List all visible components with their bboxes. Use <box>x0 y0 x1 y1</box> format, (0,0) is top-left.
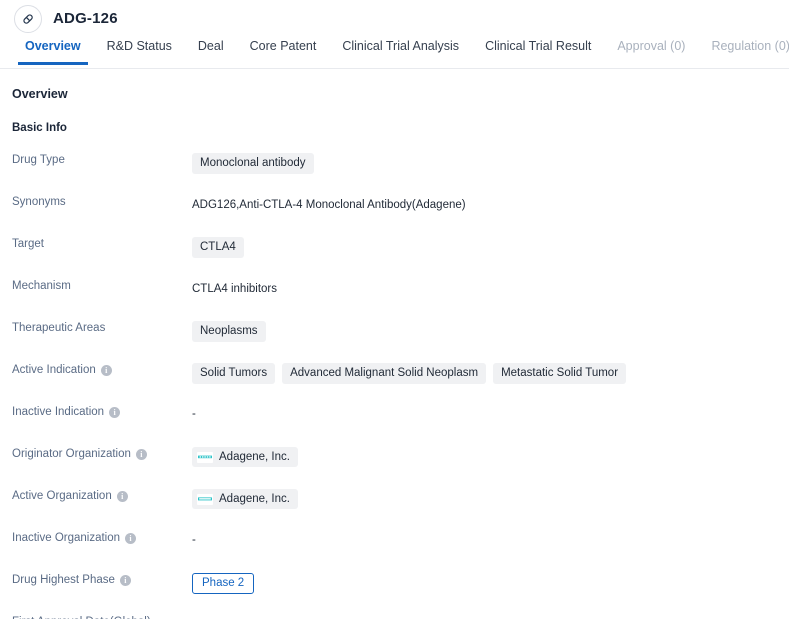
info-icon[interactable]: i <box>125 532 137 544</box>
label-target: Target <box>12 236 192 250</box>
label-mechanism: Mechanism <box>12 278 192 292</box>
organization-name: Adagene, Inc. <box>219 451 290 463</box>
label-text: Originator Organization <box>12 448 131 460</box>
organization-name: Adagene, Inc. <box>219 493 290 505</box>
tab-bar: Overview R&D Status Deal Core Patent Cli… <box>0 37 789 69</box>
row-mechanism: Mechanism CTLA4 inhibitors <box>12 278 789 320</box>
row-first-approval-date: First Approval Date(Global) - <box>12 614 789 619</box>
chip-organization[interactable]: Adagene, Inc. <box>192 489 298 509</box>
label-first-approval-date: First Approval Date(Global) <box>12 614 192 619</box>
inactive-indication-text: - <box>192 408 196 420</box>
label-text: Therapeutic Areas <box>12 322 106 334</box>
label-inactive-organization: Inactive Organization i <box>12 530 192 544</box>
label-text: Mechanism <box>12 280 71 292</box>
inactive-organization-text: - <box>192 534 196 546</box>
label-text: Inactive Indication <box>12 406 105 418</box>
row-active-organization: Active Organization i Adagene, Inc. <box>12 488 789 530</box>
overview-section-title: Overview <box>12 87 68 101</box>
page-header: ADG-126 <box>0 0 789 37</box>
tab-clinical-trial-analysis[interactable]: Clinical Trial Analysis <box>329 37 472 65</box>
drug-detail-page: ADG-126 Overview R&D Status Deal Core Pa… <box>0 0 789 619</box>
value-originator-organization: Adagene, Inc. <box>192 446 789 467</box>
tab-deal[interactable]: Deal <box>185 37 237 65</box>
label-text: Inactive Organization <box>12 532 121 544</box>
tab-regulation[interactable]: Regulation (0) <box>698 37 789 65</box>
pill-capsule-icon <box>14 4 42 33</box>
tab-approval[interactable]: Approval (0) <box>604 37 698 65</box>
label-synonyms: Synonyms <box>12 194 192 208</box>
status-badge[interactable]: Phase 2 <box>192 573 255 594</box>
row-synonyms: Synonyms ADG126,Anti-CTLA-4 Monoclonal A… <box>12 194 789 236</box>
chip-drug-type[interactable]: Monoclonal antibody <box>192 153 314 174</box>
info-icon[interactable]: i <box>109 406 121 418</box>
first-approval-date-text: - <box>192 615 196 619</box>
value-first-approval-date: - <box>192 614 789 619</box>
row-target: Target CTLA4 <box>12 236 789 278</box>
adagene-logo-icon <box>197 493 213 505</box>
chip-indication[interactable]: Solid Tumors <box>192 363 276 384</box>
adagene-logo-icon <box>197 451 213 463</box>
row-inactive-indication: Inactive Indication i - <box>12 404 789 446</box>
tab-core-patent[interactable]: Core Patent <box>237 37 330 65</box>
label-text: Target <box>12 238 44 250</box>
overview-content: Overview Basic Info Drug Type Monoclonal… <box>0 69 789 619</box>
chip-indication[interactable]: Metastatic Solid Tumor <box>493 363 627 384</box>
value-drug-highest-phase: Phase 2 <box>192 572 789 594</box>
label-drug-highest-phase: Drug Highest Phase i <box>12 572 192 586</box>
row-drug-highest-phase: Drug Highest Phase i Phase 2 <box>12 572 789 614</box>
value-drug-type: Monoclonal antibody <box>192 152 789 174</box>
value-target: CTLA4 <box>192 236 789 258</box>
label-therapeutic-areas: Therapeutic Areas <box>12 320 192 334</box>
row-active-indication: Active Indication i Solid Tumors Advance… <box>12 362 789 404</box>
tab-overview[interactable]: Overview <box>12 37 94 65</box>
value-inactive-organization: - <box>192 530 789 546</box>
info-icon[interactable]: i <box>135 448 147 460</box>
mechanism-text: CTLA4 inhibitors <box>192 283 278 295</box>
info-icon[interactable]: i <box>116 490 128 502</box>
chip-therapeutic-area[interactable]: Neoplasms <box>192 321 266 342</box>
label-text: Active Indication <box>12 364 96 376</box>
basic-info-title: Basic Info <box>12 122 67 134</box>
value-synonyms: ADG126,Anti-CTLA-4 Monoclonal Antibody(A… <box>192 194 789 213</box>
label-text: Drug Highest Phase <box>12 574 115 586</box>
value-inactive-indication: - <box>192 404 789 420</box>
row-therapeutic-areas: Therapeutic Areas Neoplasms <box>12 320 789 362</box>
label-inactive-indication: Inactive Indication i <box>12 404 192 418</box>
row-drug-type: Drug Type Monoclonal antibody <box>12 152 789 194</box>
row-inactive-organization: Inactive Organization i - <box>12 530 789 572</box>
row-originator-organization: Originator Organization i Adagene, Inc. <box>12 446 789 488</box>
synonyms-text: ADG126,Anti-CTLA-4 Monoclonal Antibody(A… <box>192 199 466 211</box>
label-active-indication: Active Indication i <box>12 362 192 376</box>
value-active-indication: Solid Tumors Advanced Malignant Solid Ne… <box>192 362 789 384</box>
tab-rd-status[interactable]: R&D Status <box>94 37 185 65</box>
label-drug-type: Drug Type <box>12 152 192 166</box>
label-text: Synonyms <box>12 196 66 208</box>
value-mechanism: CTLA4 inhibitors <box>192 278 789 297</box>
label-active-organization: Active Organization i <box>12 488 192 502</box>
info-icon[interactable]: i <box>119 574 131 586</box>
value-therapeutic-areas: Neoplasms <box>192 320 789 342</box>
chip-organization[interactable]: Adagene, Inc. <box>192 447 298 467</box>
chip-target[interactable]: CTLA4 <box>192 237 244 258</box>
value-active-organization: Adagene, Inc. <box>192 488 789 509</box>
label-text: Drug Type <box>12 154 65 166</box>
info-icon[interactable]: i <box>100 364 112 376</box>
label-text: Active Organization <box>12 490 112 502</box>
page-title: ADG-126 <box>53 10 118 27</box>
chip-indication[interactable]: Advanced Malignant Solid Neoplasm <box>282 363 487 384</box>
label-originator-organization: Originator Organization i <box>12 446 192 460</box>
tab-clinical-trial-result[interactable]: Clinical Trial Result <box>472 37 604 65</box>
